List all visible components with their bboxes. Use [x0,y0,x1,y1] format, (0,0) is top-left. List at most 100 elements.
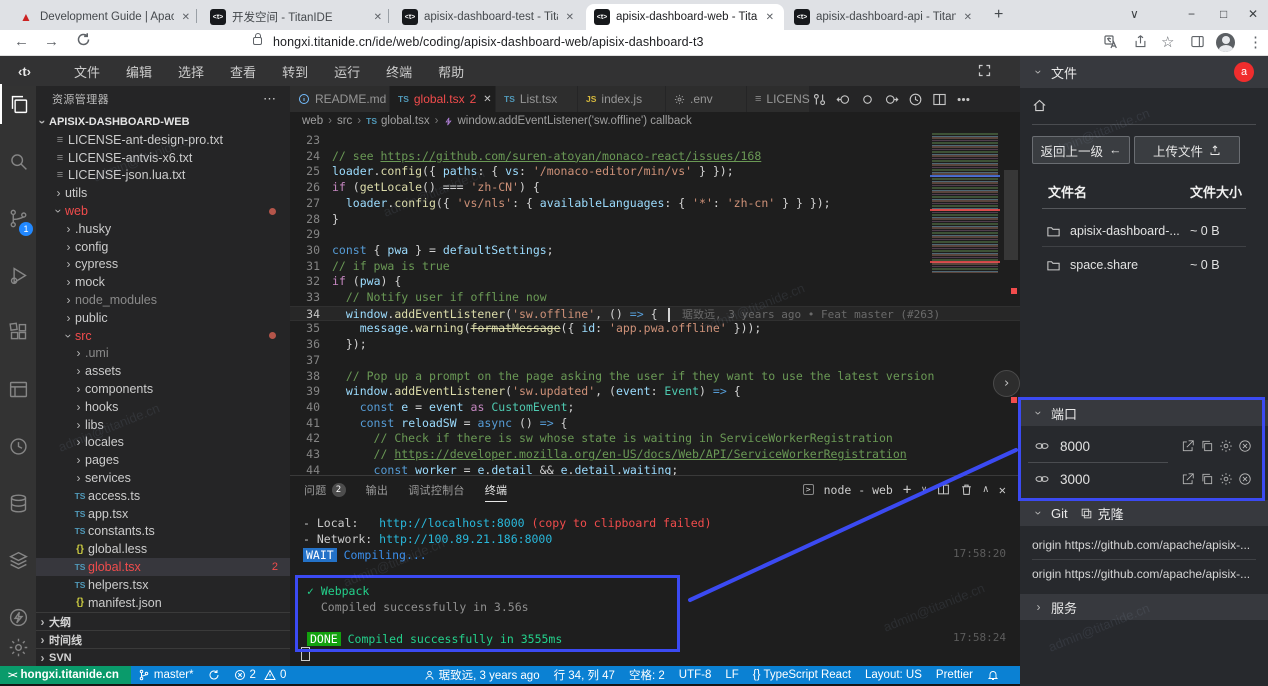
status-item-0[interactable]: 行 34, 列 47 [547,666,622,684]
upload-file-button[interactable]: 上传文件 [1134,136,1240,164]
nav-back-icon[interactable] [836,92,851,107]
share-icon[interactable] [1133,34,1148,49]
plus-icon[interactable]: + [903,482,911,498]
close-window-icon[interactable]: ✕ [1248,7,1258,21]
reload-icon[interactable] [76,32,91,47]
status-item-6[interactable]: Prettier [929,666,980,684]
explorer-root-folder[interactable]: › APISIX-DASHBOARD-WEB [36,112,290,131]
chevron-up-icon[interactable]: ∧ [983,484,989,495]
editor-tab[interactable]: TSList.tsx [496,86,578,112]
tree-file[interactable]: TSapp.tsx [36,505,290,523]
tree-file[interactable]: ≡LICENSE-antvis-x6.txt [36,149,290,167]
panel-tab[interactable]: 终端 [485,482,508,502]
tree-folder[interactable]: ›components [36,380,290,398]
back-parent-button[interactable]: 返回上一级← [1032,136,1130,164]
menu-item[interactable]: 文件 [61,62,113,81]
close-circle-icon[interactable] [1238,439,1252,453]
tree-folder[interactable]: ›utils [36,184,290,202]
tree-folder[interactable]: ›cypress [36,256,290,274]
git-branch-item[interactable]: master* [131,666,201,684]
files-section-header[interactable]: ›文件a [1020,56,1268,88]
copy-icon[interactable] [1200,439,1214,453]
tree-folder[interactable]: ›assets [36,362,290,380]
tree-folder[interactable]: ›web [36,202,290,220]
breadcrumb-item[interactable]: web [302,115,323,127]
close-tab-icon[interactable]: ✕ [180,10,192,25]
tree-folder[interactable]: ›config [36,238,290,256]
minimap[interactable] [932,133,998,273]
diff-icon[interactable] [812,92,827,107]
breadcrumb-item[interactable]: src [337,115,352,127]
close-tab-icon[interactable]: ✕ [483,94,491,105]
browser-tab[interactable]: <t>apisix-dashboard-api - TitanID✕ [786,4,982,30]
ports-section-header[interactable]: ›端口 [1020,400,1268,426]
browser-tab[interactable]: ▲Development Guide | Apache✕ [10,4,200,30]
port-row[interactable]: 8000 [1020,432,1268,460]
remote-indicator[interactable]: ><hongxi.titanide.cn [0,666,131,684]
tree-folder[interactable]: ›pages [36,451,290,469]
close-tab-icon[interactable]: ✕ [372,10,384,25]
maximize-icon[interactable]: □ [1220,7,1227,21]
tree-file[interactable]: {}global.less [36,540,290,558]
source-control-icon[interactable]: 1 [0,198,36,238]
editor-tab[interactable]: ≡LICENS [747,86,810,112]
gear-icon[interactable] [1219,472,1233,486]
run-debug-icon[interactable] [0,255,36,295]
layers-icon[interactable] [0,540,36,580]
user-badge[interactable]: a [1234,62,1254,82]
tree-folder[interactable]: ›.umi [36,345,290,363]
panel-tab[interactable]: 输出 [366,482,389,498]
files-icon[interactable] [0,84,36,124]
browser-tab[interactable]: <t>apisix-dashboard-test - TitanID✕ [394,4,584,30]
split-panel-icon[interactable] [937,483,950,496]
panel-tab[interactable]: 调试控制台 [408,482,465,498]
tree-file[interactable]: TSglobal.tsx2 [36,558,290,576]
profile-avatar[interactable] [1216,33,1235,52]
fullscreen-icon[interactable] [977,63,992,78]
menu-item[interactable]: 终端 [373,62,425,81]
port-row[interactable]: 3000 [1020,465,1268,493]
nav-dot-icon[interactable] [860,92,875,107]
history-icon[interactable] [908,92,923,107]
git-section-header[interactable]: ›Git克隆 [1020,500,1268,526]
copy-icon[interactable] [1200,472,1214,486]
bookmark-star-icon[interactable]: ☆ [1161,33,1174,51]
address-bar[interactable]: hongxi.titanide.cn/ide/web/coding/apisix… [273,35,704,49]
git-remote-row[interactable]: origin https://github.com/apache/apisix-… [1032,567,1258,581]
tree-folder[interactable]: ›hooks [36,398,290,416]
settings-gear-icon[interactable] [0,627,36,667]
more-actions-icon[interactable]: ⋯ [263,91,276,107]
gear-icon[interactable] [1219,439,1233,453]
expand-right-panel-button[interactable]: › [993,370,1020,397]
status-item-3[interactable]: LF [718,666,745,684]
problems-item[interactable]: 20 [227,666,294,684]
tree-file[interactable]: {}manifest.json [36,594,290,612]
chevron-down-icon[interactable]: ∨ [921,485,926,495]
browser-tab[interactable]: <t>开发空间 - TitanIDE✕ [202,4,392,30]
services-section-header[interactable]: ›服务 [1020,594,1268,620]
close-icon[interactable]: ✕ [999,483,1006,497]
preview-icon[interactable] [0,369,36,409]
status-item-2[interactable]: UTF-8 [672,666,719,684]
tree-folder[interactable]: ›node_modules [36,291,290,309]
minimize-icon[interactable]: − [1188,7,1195,21]
editor-tab[interactable]: JSindex.js [578,86,666,112]
sync-button[interactable] [201,666,227,684]
menu-item[interactable]: 帮助 [425,62,477,81]
panel-tab[interactable]: 问题2 [304,482,346,498]
scrollbar-slider[interactable] [1004,170,1018,260]
tree-file[interactable]: TShelpers.tsx [36,576,290,594]
notifications-bell-icon[interactable] [980,666,1006,684]
search-icon[interactable] [0,141,36,181]
menu-item[interactable]: 运行 [321,62,373,81]
translate-icon[interactable] [1103,34,1119,50]
sidebar-section-1[interactable]: ›时间线 [36,630,290,648]
browser-tab[interactable]: <t>apisix-dashboard-web - TitanID✕ [586,4,784,30]
tree-file[interactable]: ≡LICENSE-ant-design-pro.txt [36,131,290,149]
nav-forward-icon[interactable] [884,92,899,107]
tree-folder[interactable]: ›services [36,469,290,487]
back-icon[interactable]: ← [14,33,29,50]
tree-file[interactable]: TSconstants.ts [36,523,290,541]
clone-button[interactable]: 克隆 [1098,504,1124,523]
sidebar-section-2[interactable]: ›SVN [36,648,290,666]
